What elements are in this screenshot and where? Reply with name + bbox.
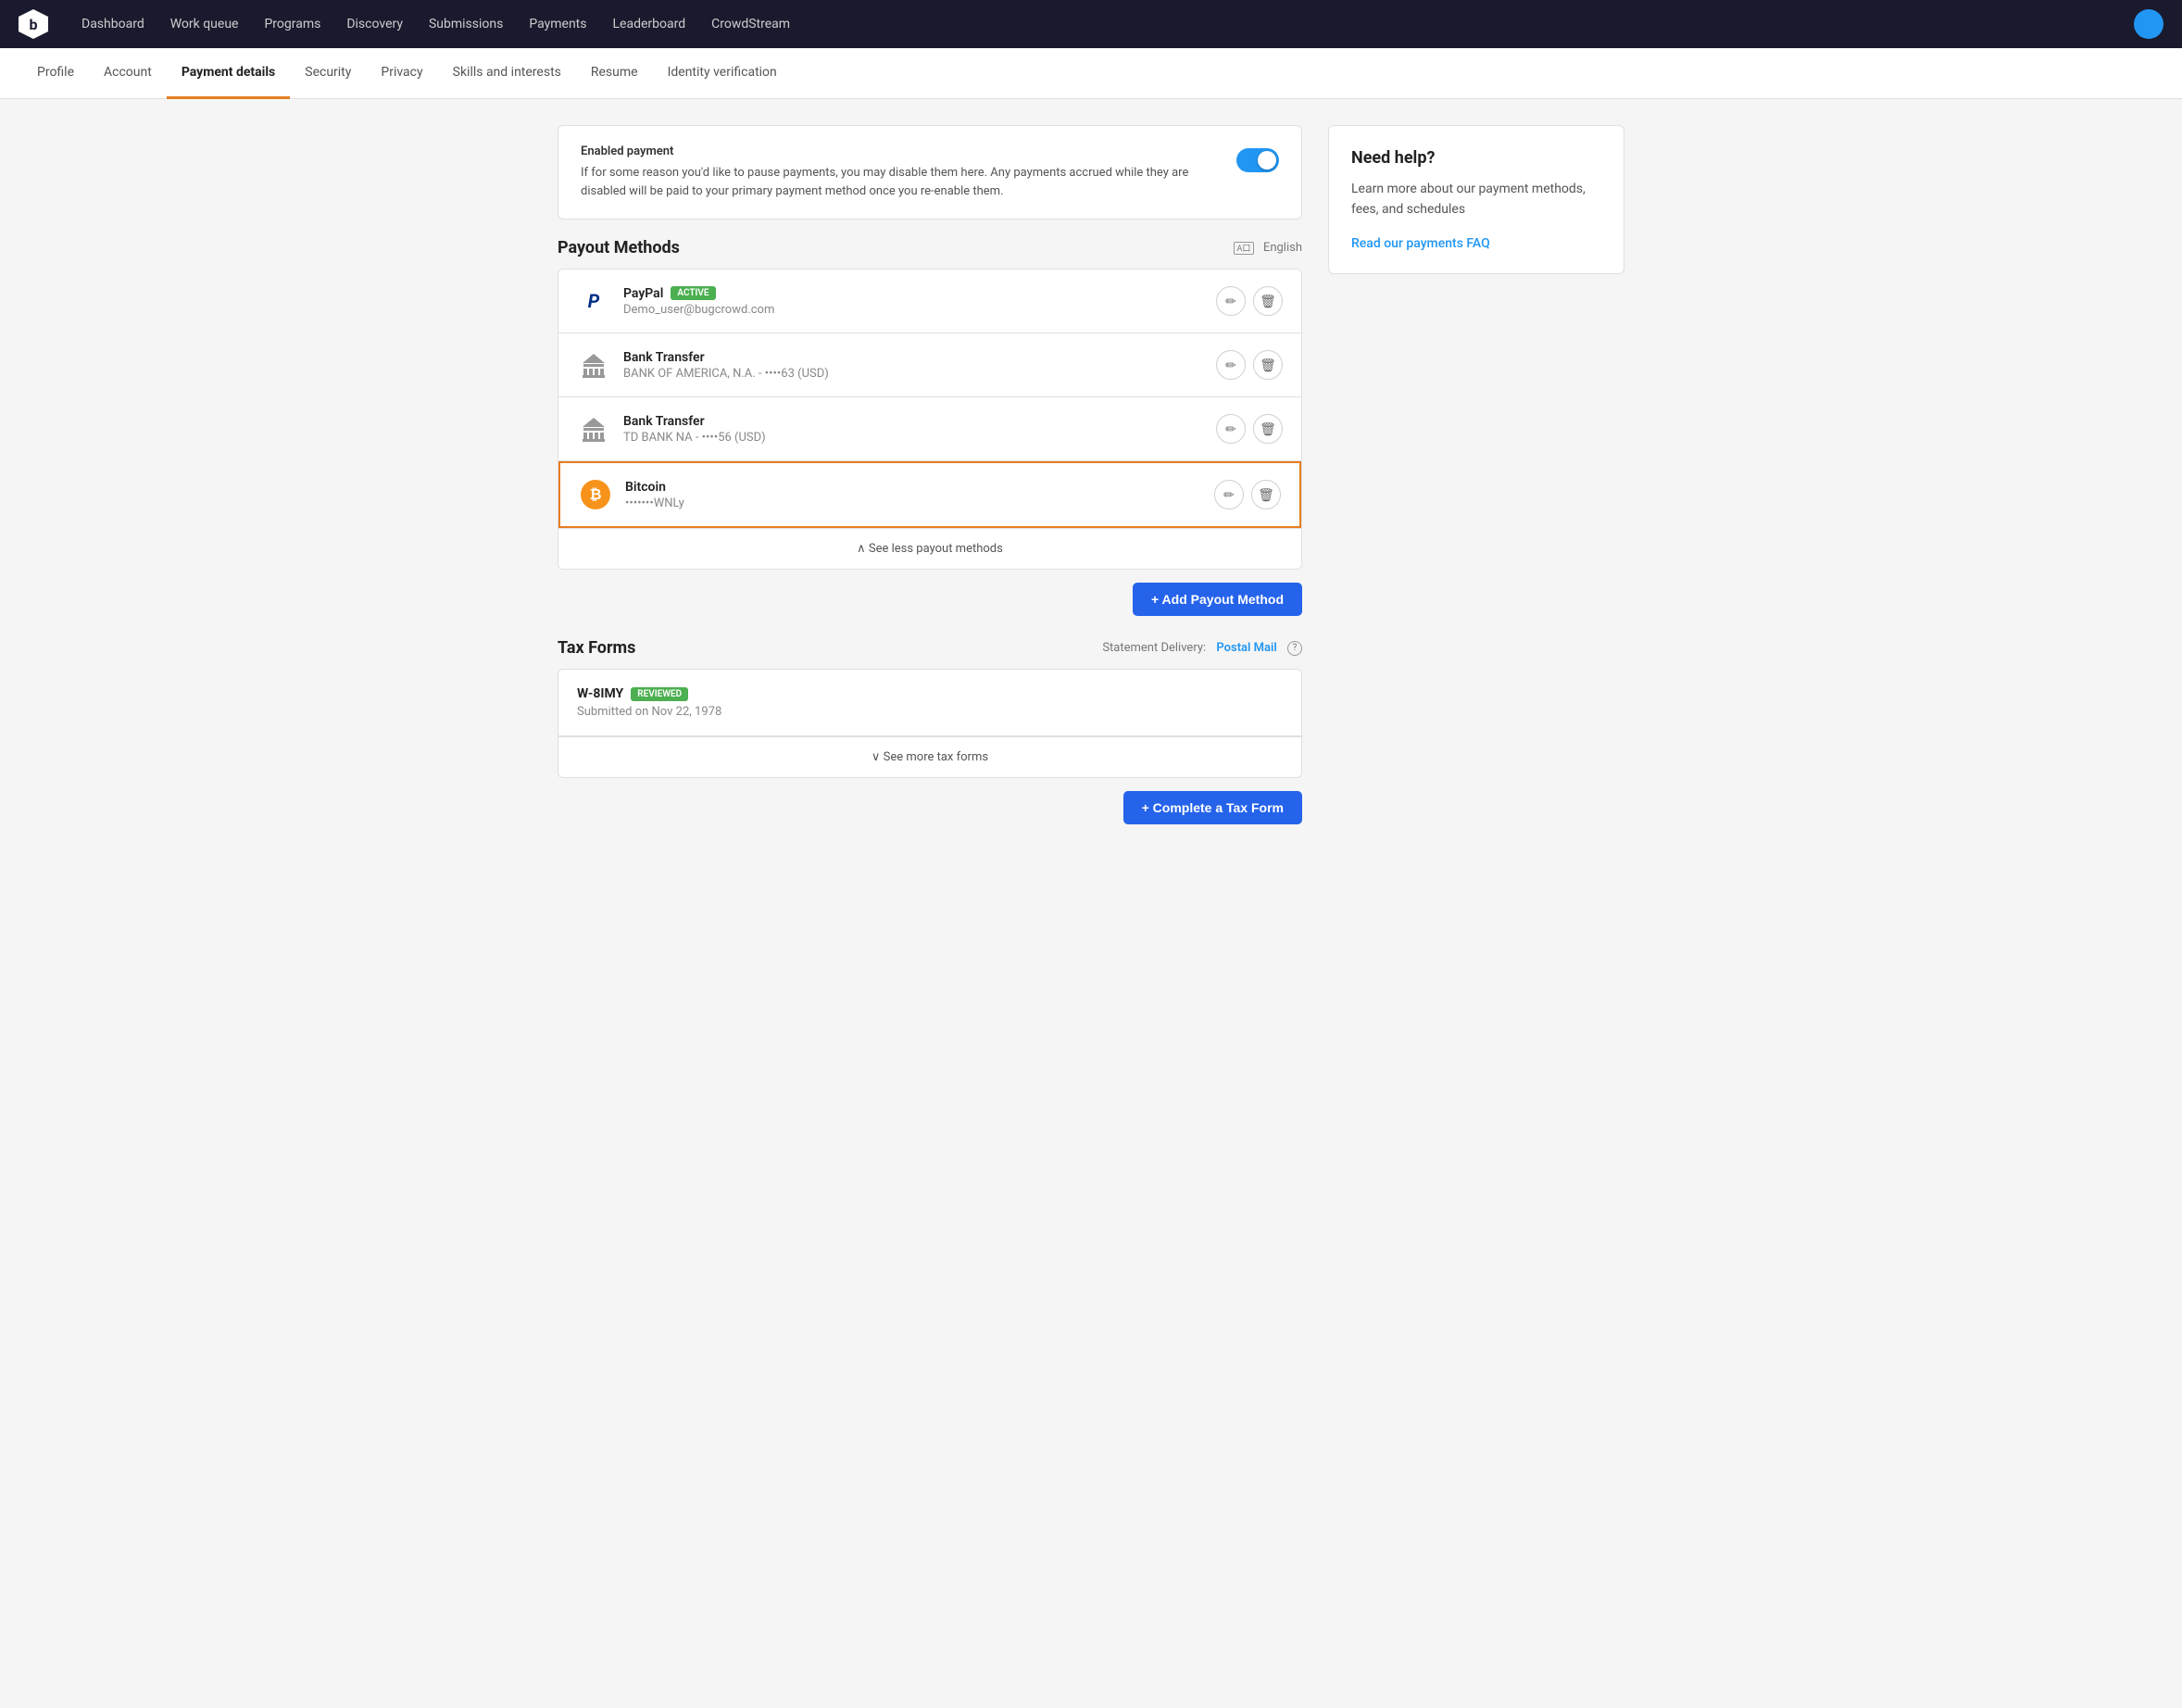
complete-tax-form-button[interactable]: + Complete a Tax Form	[1123, 791, 1302, 824]
enabled-payment-desc: If for some reason you'd like to pause p…	[581, 164, 1218, 200]
main-container: Enabled payment If for some reason you'd…	[535, 99, 1647, 850]
bank1-edit-button[interactable]: ✏	[1216, 350, 1246, 380]
enabled-payment-title: Enabled payment	[581, 144, 1218, 158]
nav-workqueue[interactable]: Work queue	[159, 11, 250, 37]
add-payout-method-button[interactable]: + Add Payout Method	[1133, 583, 1302, 616]
tax-forms-section: Tax Forms Statement Delivery: Postal Mai…	[558, 638, 1302, 824]
bank1-delete-button[interactable]: 🗑	[1253, 350, 1283, 380]
tab-profile[interactable]: Profile	[22, 48, 89, 99]
payout-item-bank2: Bank Transfer TD BANK NA - ••••56 (USD) …	[558, 397, 1301, 461]
payout-item-bank1: Bank Transfer BANK OF AMERICA, N.A. - ••…	[558, 333, 1301, 397]
tax-form-item: W-8IMY REVIEWED Submitted on Nov 22, 197…	[558, 670, 1301, 736]
tab-payment-details[interactable]: Payment details	[167, 48, 290, 99]
faq-link[interactable]: Read our payments FAQ	[1351, 236, 1490, 251]
translate-lang: English	[1263, 241, 1302, 255]
tab-identity-verification[interactable]: Identity verification	[653, 48, 792, 99]
nav-submissions[interactable]: Submissions	[418, 11, 514, 37]
payout-item-bitcoin: ₿ Bitcoin •••••••WNLy ✏ 🗑	[558, 461, 1301, 528]
enabled-payment-card: Enabled payment If for some reason you'd…	[558, 125, 1302, 220]
bitcoin-delete-button[interactable]: 🗑	[1251, 480, 1281, 509]
bank2-edit-button[interactable]: ✏	[1216, 414, 1246, 444]
bank1-name: Bank Transfer	[623, 350, 1216, 365]
tax-submitted-date: Submitted on Nov 22, 1978	[577, 705, 1283, 719]
nav-discovery[interactable]: Discovery	[335, 11, 414, 37]
statement-delivery-value[interactable]: Postal Mail	[1216, 641, 1276, 655]
bitcoin-edit-button[interactable]: ✏	[1214, 480, 1244, 509]
user-avatar[interactable]	[2134, 9, 2163, 39]
active-badge: ACTIVE	[671, 286, 715, 300]
reviewed-badge: REVIEWED	[631, 687, 688, 701]
payout-item-paypal: P PayPal ACTIVE Demo_user@bugcrowd.com ✏…	[558, 270, 1301, 333]
statement-delivery-label: Statement Delivery:	[1102, 641, 1206, 655]
help-card: Need help? Learn more about our payment …	[1328, 125, 1624, 274]
payout-methods-heading: Payout Methods	[558, 238, 680, 257]
statement-delivery: Statement Delivery: Postal Mail ?	[1102, 641, 1302, 656]
nav-dashboard[interactable]: Dashboard	[70, 11, 156, 37]
tab-account[interactable]: Account	[89, 48, 167, 99]
sub-navigation: Profile Account Payment details Security…	[0, 48, 2182, 99]
bitcoin-icon: ₿	[579, 478, 612, 511]
top-navigation: b Dashboard Work queue Programs Discover…	[0, 0, 2182, 48]
bitcoin-name: Bitcoin	[625, 480, 1214, 495]
help-icon[interactable]: ?	[1287, 641, 1302, 656]
payment-toggle[interactable]	[1236, 148, 1279, 172]
nav-leaderboard[interactable]: Leaderboard	[602, 11, 697, 37]
bank2-delete-button[interactable]: 🗑	[1253, 414, 1283, 444]
content-area: Enabled payment If for some reason you'd…	[558, 125, 1302, 824]
payout-methods-section: Payout Methods A口 English P PayPal ACTIV…	[558, 238, 1302, 616]
paypal-icon: P	[577, 284, 610, 318]
tab-skills-interests[interactable]: Skills and interests	[438, 48, 576, 99]
tab-privacy[interactable]: Privacy	[366, 48, 437, 99]
bank-icon-2	[577, 412, 610, 446]
translate-icon: A口	[1234, 242, 1254, 255]
bank-icon-1	[577, 348, 610, 382]
nav-crowdstream[interactable]: CrowdStream	[700, 11, 801, 37]
translate-hint: A口 English	[1234, 241, 1302, 255]
help-description: Learn more about our payment methods, fe…	[1351, 179, 1601, 220]
sidebar: Need help? Learn more about our payment …	[1328, 125, 1624, 824]
see-more-tax-forms-link[interactable]: ∨ See more tax forms	[558, 736, 1301, 777]
paypal-name: PayPal ACTIVE	[623, 286, 1216, 301]
tab-resume[interactable]: Resume	[576, 48, 653, 99]
paypal-edit-button[interactable]: ✏	[1216, 286, 1246, 316]
tab-security[interactable]: Security	[290, 48, 366, 99]
bank1-detail: BANK OF AMERICA, N.A. - ••••63 (USD)	[623, 367, 1216, 381]
tax-forms-list: W-8IMY REVIEWED Submitted on Nov 22, 197…	[558, 669, 1302, 778]
tax-form-name: W-8IMY	[577, 686, 623, 701]
payout-list: P PayPal ACTIVE Demo_user@bugcrowd.com ✏…	[558, 269, 1302, 570]
paypal-detail: Demo_user@bugcrowd.com	[623, 303, 1216, 317]
bank2-detail: TD BANK NA - ••••56 (USD)	[623, 431, 1216, 445]
paypal-delete-button[interactable]: 🗑	[1253, 286, 1283, 316]
top-nav-links: Dashboard Work queue Programs Discovery …	[70, 11, 2134, 37]
bitcoin-detail: •••••••WNLy	[625, 496, 1214, 510]
bank2-name: Bank Transfer	[623, 414, 1216, 429]
tax-forms-heading: Tax Forms	[558, 638, 635, 658]
nav-payments[interactable]: Payments	[518, 11, 597, 37]
see-less-payout-link[interactable]: ∧ See less payout methods	[558, 528, 1301, 569]
logo[interactable]: b	[19, 9, 48, 39]
help-heading: Need help?	[1351, 148, 1601, 168]
nav-programs[interactable]: Programs	[253, 11, 332, 37]
